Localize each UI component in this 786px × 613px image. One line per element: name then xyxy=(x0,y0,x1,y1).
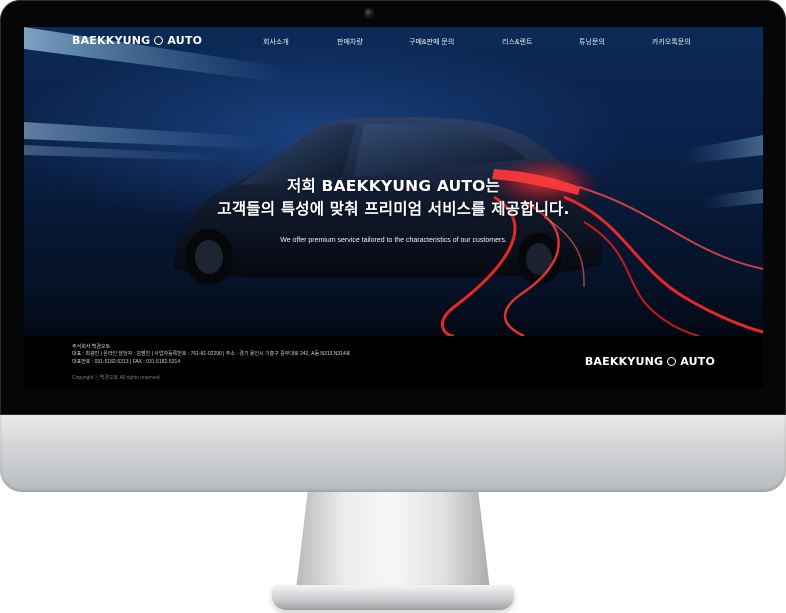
footer-logo-ring-icon xyxy=(667,357,677,366)
hero-section: BAEKKYUNG AUTO 회사소개 판매차량 구매&판매 문의 리스&렌트 … xyxy=(24,27,763,336)
footer-logo[interactable]: BAEKKYUNG AUTO xyxy=(585,355,715,368)
footer-logo-text-left: BAEKKYUNG xyxy=(584,355,664,368)
hero-subline: We offer premium service tailored to the… xyxy=(280,237,507,244)
nav-item-vehicles[interactable]: 판매차량 xyxy=(337,37,363,47)
logo-text-right: AUTO xyxy=(167,34,203,47)
site-footer: 주식회사 백경오토 대표 : 최광민 | 온라인 담당자 : 김명진 | 사업자… xyxy=(24,336,763,388)
camera-icon xyxy=(365,9,373,17)
nav-item-about[interactable]: 회사소개 xyxy=(263,37,289,47)
footer-logo-text-right: AUTO xyxy=(680,355,715,368)
footer-company-name: 주식회사 백경오토 xyxy=(72,344,111,350)
monitor-mockup: BAEKKYUNG AUTO 회사소개 판매차량 구매&판매 문의 리스&렌트 … xyxy=(0,0,786,613)
nav-item-lease-rent[interactable]: 리스&렌트 xyxy=(502,37,532,47)
site-logo[interactable]: BAEKKYUNG AUTO xyxy=(72,34,202,47)
monitor-chin xyxy=(0,415,786,492)
top-navigation: BAEKKYUNG AUTO 회사소개 판매차량 구매&판매 문의 리스&렌트 … xyxy=(24,27,763,55)
monitor-stand-neck xyxy=(296,492,490,590)
footer-business-info: 대표 : 최광민 | 온라인 담당자 : 김명진 | 사업자등록번호 : 761… xyxy=(72,351,351,357)
logo-text-left: BAEKKYUNG xyxy=(72,34,151,47)
footer-contact: 대표번호 : 031-5182-5313 | FAX : 031-5182-53… xyxy=(72,359,181,365)
hero-headline-line1: 저희 BAEKKYUNG AUTO는 xyxy=(287,177,500,195)
monitor-stand-base xyxy=(272,585,514,610)
nav-item-tuning[interactable]: 튜닝문의 xyxy=(579,37,605,47)
nav-item-trade-inquiry[interactable]: 구매&판매 문의 xyxy=(409,37,454,47)
nav-item-kakao[interactable]: 카카오톡문의 xyxy=(652,37,691,47)
website-screen: BAEKKYUNG AUTO 회사소개 판매차량 구매&판매 문의 리스&렌트 … xyxy=(24,27,763,388)
hero-headline-line2: 고객들의 특성에 맞춰 프리미엄 서비스를 제공합니다. xyxy=(217,200,570,218)
logo-ring-icon xyxy=(154,36,164,45)
footer-copyright: Copyright ⓒ백경오토 All rights reserved. xyxy=(72,375,161,381)
